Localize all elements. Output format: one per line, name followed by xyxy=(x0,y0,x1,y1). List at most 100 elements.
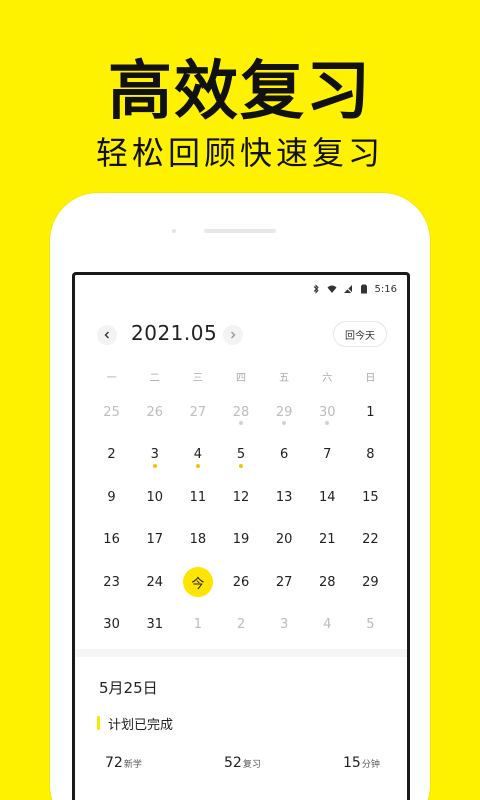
calendar-day[interactable]: 3 xyxy=(263,604,306,647)
calendar-day[interactable]: 22 xyxy=(349,519,392,562)
calendar-day[interactable]: 19 xyxy=(219,519,262,562)
study-mark-dot xyxy=(325,421,330,425)
day-number: 17 xyxy=(146,532,163,548)
day-number: 14 xyxy=(319,489,336,505)
prev-month-button[interactable] xyxy=(97,325,117,345)
calendar-day[interactable]: 4 xyxy=(176,434,219,477)
day-number: 19 xyxy=(232,532,250,548)
weekday-label: 四 xyxy=(235,373,246,384)
calendar-day[interactable]: 26 xyxy=(133,391,176,434)
phone-screen: 5:16 2021.05 回今天 一二三四五六日 25 26 27 28 29 30 1 2 3… xyxy=(72,272,410,800)
calendar-day[interactable]: 4 xyxy=(306,604,349,647)
calendar-day[interactable]: 21 xyxy=(306,519,349,562)
day-number: 12 xyxy=(232,489,250,505)
weekday-label: 二 xyxy=(149,373,160,384)
calendar-day[interactable]: 11 xyxy=(176,476,219,519)
calendar-day[interactable]: 24 xyxy=(133,561,176,604)
calendar-day[interactable]: 14 xyxy=(306,476,349,519)
calendar-day[interactable]: 29 xyxy=(263,391,306,434)
selected-date: 5月25日 xyxy=(99,679,158,697)
calendar-day[interactable]: 28 xyxy=(306,561,349,604)
stat-value: 72 xyxy=(105,755,123,771)
calendar-day[interactable]: 25 xyxy=(90,391,133,434)
calendar-day[interactable]: 13 xyxy=(263,476,306,519)
calendar-day[interactable]: 29 xyxy=(349,561,392,604)
stat-value: 15 xyxy=(343,755,361,771)
day-number: 27 xyxy=(189,404,207,420)
calendar-day[interactable]: 16 xyxy=(90,519,133,562)
chevron-left-icon xyxy=(104,331,109,339)
day-number: 26 xyxy=(232,574,250,590)
day-number: 2 xyxy=(107,447,116,463)
day-number: 5 xyxy=(236,447,246,463)
calendar-day[interactable]: 31 xyxy=(133,604,176,647)
calendar-day[interactable]: 30 xyxy=(90,604,133,647)
hero-title: 高效复习 xyxy=(108,55,372,129)
day-number: 20 xyxy=(275,532,293,548)
weekday-label: 三 xyxy=(192,373,203,384)
calendar-day[interactable]: 5 xyxy=(219,434,262,477)
calendar-day[interactable]: 28 xyxy=(219,391,262,434)
day-number: 29 xyxy=(275,404,293,420)
study-mark-dot xyxy=(238,421,243,425)
study-mark-dot xyxy=(152,463,157,468)
day-number: 4 xyxy=(323,617,332,633)
calendar-day[interactable]: 18 xyxy=(176,519,219,562)
study-mark-dot xyxy=(282,421,287,425)
hero-subtitle: 轻松回顾快速复习 xyxy=(95,134,384,172)
status-bar: 5:16 xyxy=(311,281,397,297)
calendar-day-today[interactable]: 今 xyxy=(176,561,219,604)
study-mark-dot xyxy=(195,463,200,468)
calendar-day[interactable]: 2 xyxy=(90,434,133,477)
plan-status-label: 计划已完成 xyxy=(108,717,174,733)
calendar-day[interactable]: 7 xyxy=(306,434,349,477)
weekday-label: 六 xyxy=(322,373,333,384)
day-number: 30 xyxy=(103,617,120,633)
calendar-day[interactable]: 2 xyxy=(219,604,262,647)
day-number: 27 xyxy=(275,574,293,590)
weekday-label: 日 xyxy=(365,373,376,384)
calendar-day[interactable]: 1 xyxy=(176,604,219,647)
calendar-day[interactable]: 26 xyxy=(219,561,262,604)
calendar-day[interactable]: 15 xyxy=(349,476,392,519)
calendar-day[interactable]: 23 xyxy=(90,561,133,604)
calendar-day[interactable]: 6 xyxy=(263,434,306,477)
calendar-day[interactable]: 1 xyxy=(349,391,392,434)
day-number: 29 xyxy=(362,574,379,590)
calendar-day[interactable]: 30 xyxy=(306,391,349,434)
day-number: 13 xyxy=(275,489,293,505)
next-month-button[interactable] xyxy=(223,325,243,345)
bluetooth-icon xyxy=(313,284,319,294)
day-number: 6 xyxy=(279,447,289,463)
stats-row: 72 新学 52 复习 15 分钟 xyxy=(105,755,385,779)
day-number: 18 xyxy=(189,532,207,548)
back-to-today-button[interactable]: 回今天 xyxy=(333,321,387,347)
day-number: 31 xyxy=(146,617,163,633)
month-title: 2021.05 xyxy=(131,321,218,345)
calendar-day[interactable]: 10 xyxy=(133,476,176,519)
calendar-day[interactable]: 27 xyxy=(263,561,306,604)
calendar-day[interactable]: 5 xyxy=(349,604,392,647)
day-number: 3 xyxy=(279,617,289,633)
calendar-day[interactable]: 3 xyxy=(133,434,176,477)
calendar-day[interactable]: 27 xyxy=(176,391,219,434)
stat-reviewed: 52 复习 xyxy=(224,755,261,771)
calendar-day[interactable]: 17 xyxy=(133,519,176,562)
day-number: 24 xyxy=(146,574,163,590)
day-number: 8 xyxy=(366,447,375,463)
day-number: 3 xyxy=(150,447,159,463)
stat-unit: 复习 xyxy=(242,760,261,770)
calendar-header: 2021.05 回今天 xyxy=(75,315,407,355)
day-number: 7 xyxy=(323,447,332,463)
calendar-day[interactable]: 20 xyxy=(263,519,306,562)
day-number: 28 xyxy=(232,404,250,420)
status-time: 5:16 xyxy=(374,283,397,295)
calendar-day[interactable]: 8 xyxy=(349,434,392,477)
calendar-day[interactable]: 12 xyxy=(219,476,262,519)
chevron-right-icon xyxy=(231,331,236,339)
day-number: 1 xyxy=(366,404,375,420)
day-number: 16 xyxy=(103,532,120,548)
weekday-label: 五 xyxy=(279,373,290,384)
day-number: 26 xyxy=(146,404,163,420)
calendar-day[interactable]: 9 xyxy=(90,476,133,519)
